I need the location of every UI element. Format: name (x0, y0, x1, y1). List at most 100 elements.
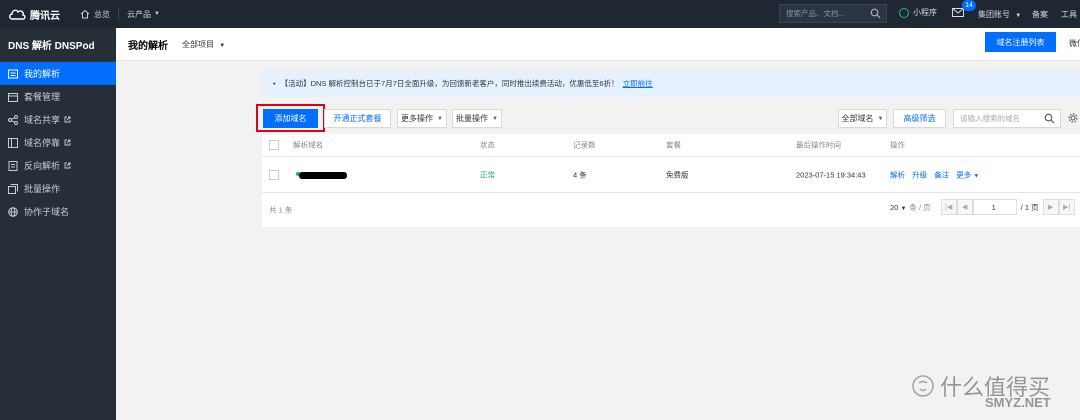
chevron-down-icon: ▼ (1015, 13, 1022, 19)
doc-icon (8, 160, 18, 171)
page-title: 我的解析 (128, 40, 168, 52)
domain-search-input[interactable]: 请输入搜索的域名 (953, 109, 1061, 128)
col-last-op: 最后操作时间 (796, 140, 841, 150)
note-link[interactable]: 备注 (934, 170, 949, 179)
select-all-checkbox[interactable] (269, 140, 279, 150)
table-header: 解析域名 状态 记录数 套餐 最后操作时间 操作 (262, 134, 1080, 157)
domain-filter-value: 全部域名 (841, 114, 874, 123)
more-link[interactable]: 更多 ▼ (956, 170, 979, 179)
sidebar-title: DNS 解析 DNSPod (0, 28, 116, 62)
sidebar-item-label: 域名共享 (24, 115, 61, 125)
sidebar-item-label: 协作子域名 (24, 207, 70, 217)
page-header: 我的解析 全部项目 ▼ 域名注册列表 微信 (116, 28, 1080, 61)
page-number-input[interactable]: 1 (972, 199, 1017, 215)
col-domain: 解析域名 (293, 140, 323, 150)
next-page-icon[interactable]: ▶ (1042, 199, 1059, 215)
row-package: 免费版 (666, 170, 689, 179)
col-status: 状态 (480, 140, 495, 150)
project-select[interactable]: 全部项目 ▼ (182, 39, 225, 50)
domain-search-placeholder: 请输入搜索的域名 (960, 114, 1020, 123)
notice-link[interactable]: 立即前往 (623, 78, 653, 89)
search-icon[interactable] (1044, 113, 1055, 124)
sidebar-item-label: 我的解析 (24, 69, 61, 79)
globe-icon (8, 206, 18, 217)
account-label: 集团账号 (978, 10, 1010, 19)
mail-count-badge: 14 (962, 0, 976, 11)
advanced-filter-button[interactable]: 高级筛选 (893, 109, 946, 128)
mini-program-label: 小程序 (913, 8, 937, 17)
row-status: 正常 (480, 170, 495, 179)
sidebar-item-my-resolve[interactable]: 我的解析 (0, 62, 116, 85)
sidebar-item-package[interactable]: 套餐管理 (0, 85, 116, 108)
more-label: 更多 (956, 170, 972, 179)
brand-name: 腾讯云 (30, 10, 60, 22)
mini-program-icon (899, 7, 909, 18)
wechat-link[interactable]: 微信 (1069, 38, 1080, 49)
calendar-icon (8, 92, 18, 102)
more-ops-label: 更多操作 (401, 114, 434, 123)
col-package: 套餐 (666, 140, 681, 150)
row-checkbox[interactable] (269, 169, 279, 180)
redacted-domain[interactable] (299, 172, 347, 179)
tools-link[interactable]: 工具 (1061, 9, 1077, 20)
activity-notice: • 【活动】DNS 解析控制台已于7月7日全面升级，为回馈新老客户，同时推出续费… (262, 70, 1080, 97)
row-ops: 解析 升级 备注 更多 ▼ (890, 169, 979, 180)
upgrade-link[interactable]: 升级 (912, 170, 927, 179)
prev-page-icon[interactable]: ◀ (956, 199, 973, 215)
table-row: 正常 4 条 免费版 2023-07-15 19:34:43 解析 升级 备注 … (262, 157, 1080, 193)
batch-ops-dropdown[interactable]: 批量操作 ▼ (452, 109, 502, 128)
share-icon (8, 114, 18, 125)
external-link-icon (64, 139, 71, 146)
chevron-down-icon: ▼ (219, 42, 226, 49)
global-search-placeholder: 搜索产品、文档... (786, 9, 845, 18)
col-ops: 操作 (890, 140, 905, 150)
external-link-icon (64, 162, 71, 169)
domain-register-list-button[interactable]: 域名注册列表 (985, 32, 1056, 52)
gear-icon[interactable] (1068, 113, 1078, 123)
dock-icon (8, 137, 18, 148)
search-icon[interactable] (870, 8, 881, 19)
last-page-icon[interactable]: ▶| (1058, 199, 1075, 215)
sidebar-item-subdomain[interactable]: 协作子域名 (0, 200, 116, 223)
chevron-down-icon: ▼ (492, 115, 498, 122)
page-size-select[interactable]: 20 ▼ (890, 203, 906, 212)
beian-link[interactable]: 备案 (1032, 9, 1048, 20)
tencent-cloud-logo[interactable]: 腾讯云 (0, 7, 72, 22)
per-page-label: 条 / 页 (909, 202, 931, 212)
sidebar-item-share[interactable]: 域名共享 (0, 108, 116, 131)
nav-divider (118, 8, 119, 20)
global-search-input[interactable]: 搜索产品、文档... (779, 4, 887, 23)
resolve-link[interactable]: 解析 (890, 170, 905, 179)
chevron-down-icon: ▼ (437, 115, 443, 122)
batch-ops-label: 批量操作 (456, 114, 489, 123)
products-label: 云产品 (127, 9, 151, 19)
sidebar-item-reverse[interactable]: 反向解析 (0, 154, 116, 177)
page-total: / 1 页 (1020, 202, 1039, 212)
overview-link[interactable]: 总览 (80, 9, 110, 20)
sidebar-item-batch[interactable]: 批量操作 (0, 177, 116, 200)
first-page-icon[interactable]: |◀ (940, 199, 957, 215)
domain-filter-select[interactable]: 全部域名 ▼ (838, 109, 887, 128)
products-menu[interactable]: 云产品 ▼ (127, 9, 160, 20)
row-records: 4 条 (573, 170, 587, 179)
sidebar-item-label: 批量操作 (24, 184, 61, 194)
external-link-icon (64, 116, 71, 123)
more-ops-dropdown[interactable]: 更多操作 ▼ (397, 109, 447, 128)
open-package-button[interactable]: 开通正式套餐 (324, 109, 391, 128)
chevron-down-icon: ▼ (877, 115, 884, 122)
page-size-value: 20 (890, 202, 899, 212)
pagination: 20 ▼ 条 / 页 |◀ ◀ 1 / 1 页 ▶ ▶| (890, 199, 1075, 215)
mail-icon[interactable] (952, 8, 964, 18)
sidebar-item-label: 反向解析 (24, 161, 61, 171)
project-select-value: 全部项目 (182, 39, 214, 49)
account-menu[interactable]: 集团账号 ▼ (978, 9, 1021, 20)
sidebar-item-parking[interactable]: 域名停靠 (0, 131, 116, 154)
bullet-dot: • (273, 79, 276, 88)
col-records: 记录数 (573, 140, 596, 150)
mini-program-link[interactable]: 小程序 (899, 7, 937, 18)
sidebar: DNS 解析 DNSPod 我的解析 套餐管理 域名共享 域名停靠 反向解析 批… (0, 28, 116, 420)
sidebar-item-label: 域名停靠 (24, 138, 61, 148)
add-domain-button[interactable]: 添加域名 (263, 109, 318, 128)
chevron-down-icon: ▼ (900, 205, 907, 212)
total-count: 共 1 条 (269, 205, 293, 214)
